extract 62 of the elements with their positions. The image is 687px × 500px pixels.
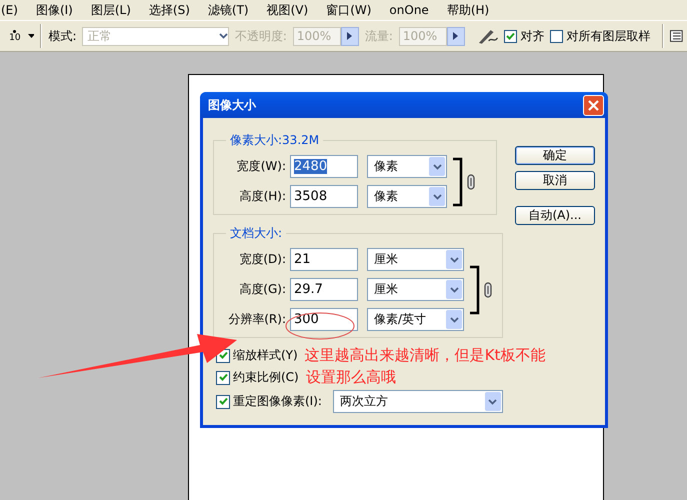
play-arrow-icon — [347, 32, 352, 40]
mode-label: 模式: — [48, 28, 76, 44]
annotation-note: 设置那么高哦 — [306, 368, 396, 387]
menu-item[interactable]: 滤镜(T) — [208, 2, 249, 18]
field-label: 分辨率(R): — [227, 311, 286, 328]
field-label: 宽度(D): — [238, 251, 286, 268]
checkbox[interactable] — [216, 394, 230, 408]
unit-select[interactable]: 厘米 — [367, 248, 464, 271]
checkbox[interactable] — [504, 30, 518, 42]
number-field[interactable]: 29.7 — [290, 278, 358, 301]
slider-toggle-button[interactable] — [340, 26, 359, 46]
brush-preset[interactable]: 10 — [8, 30, 22, 42]
unit-select[interactable]: 像素 — [367, 155, 447, 178]
dialog-button[interactable]: 确定 — [515, 146, 595, 165]
checkbox-label: 对齐 — [520, 28, 544, 44]
dialog-button[interactable]: 取消 — [515, 171, 595, 190]
airbrush-icon[interactable] — [476, 27, 498, 45]
number-field[interactable]: 300 — [290, 308, 358, 331]
menu-item[interactable]: 视图(V) — [266, 2, 308, 18]
slider-toggle-button[interactable] — [446, 26, 465, 46]
menu-item[interactable]: 窗口(W) — [326, 2, 372, 18]
link-chain-icon — [468, 264, 494, 314]
unit-select[interactable]: 厘米 — [367, 278, 464, 301]
field-label: 高度(H): — [238, 188, 286, 205]
menu-item[interactable]: 选择(S) — [148, 2, 190, 18]
group-title: 像素大小:33.2M — [229, 132, 320, 149]
close-button[interactable] — [583, 94, 604, 116]
group-title: 文档大小: — [229, 225, 284, 242]
checkbox-label: 对所有图层取样 — [566, 28, 650, 44]
close-icon — [588, 100, 599, 110]
checkbox-label: 约束比例(C) — [233, 369, 299, 386]
dialog-button[interactable]: 自动(A)... — [515, 206, 595, 225]
field-label: 高度(G): — [238, 281, 286, 298]
annotation-note: 这里越高出来越清晰，但是Kt板不能 — [304, 346, 546, 365]
menu-item[interactable]: (E) — [1, 3, 18, 17]
number-field[interactable]: 21 — [290, 248, 358, 271]
unit-select[interactable]: 像素 — [367, 185, 447, 208]
menu-item[interactable]: 图层(L) — [90, 2, 131, 18]
checkbox-label: 重定图像像素(I): — [233, 393, 322, 410]
dialog-title: 图像大小 — [208, 96, 256, 114]
menu-item[interactable]: onOne — [389, 3, 429, 17]
field-label: 宽度(W): — [236, 158, 286, 175]
unit-select[interactable]: 像素/英寸 — [367, 308, 464, 331]
opacity-label: 不透明度: — [234, 28, 287, 44]
menu-item[interactable]: 帮助(H) — [446, 2, 490, 18]
checkbox[interactable] — [216, 370, 230, 384]
number-field[interactable]: 2480 — [290, 155, 358, 178]
menu-item[interactable]: 图像(I) — [36, 2, 73, 18]
dropdown-arrow-icon[interactable] — [28, 34, 34, 38]
field-value: 3508 — [294, 189, 328, 204]
field-value: 300 — [294, 312, 319, 327]
checkbox-label: 缩放样式(Y) — [233, 347, 298, 364]
checkbox[interactable] — [550, 30, 564, 42]
field-value: 21 — [294, 252, 311, 267]
field-value: 2480 — [294, 159, 328, 174]
annotation-circle — [286, 312, 354, 340]
play-arrow-icon — [453, 32, 458, 40]
number-field[interactable]: 3508 — [290, 185, 358, 208]
flow-label: 流量: — [364, 28, 393, 44]
link-chain-icon — [451, 156, 477, 206]
field-value: 29.7 — [294, 282, 323, 297]
method-select[interactable]: 两次立方 — [332, 390, 503, 413]
